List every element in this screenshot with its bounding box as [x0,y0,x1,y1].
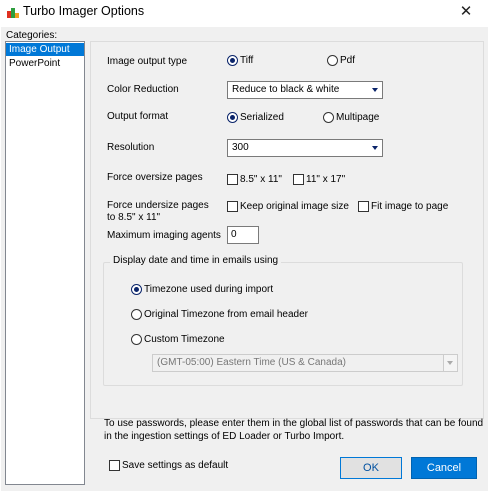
timezone-original-radio[interactable]: Original Timezone from email header [131,309,308,320]
custom-timezone-value: (GMT-05:00) Eastern Time (US & Canada) [157,357,346,368]
title-bar: Turbo Imager Options ✕ [0,0,489,27]
checkbox-icon [109,460,120,471]
category-item-image-output[interactable]: Image Output [6,43,84,56]
window-title: Turbo Imager Options [23,4,145,18]
checkbox-icon [227,201,238,212]
color-reduction-label: Color Reduction [107,84,179,95]
custom-timezone-select[interactable]: (GMT-05:00) Eastern Time (US & Canada) [152,354,458,372]
radio-icon [323,112,334,123]
keep-original-size-checkbox[interactable]: Keep original image size [227,201,349,212]
options-panel: Image output type Tiff Pdf Color Reducti… [90,41,484,419]
date-time-group-title: Display date and time in emails using [110,255,282,266]
password-info-text: To use passwords, please enter them in t… [104,418,484,442]
force-undersize-label: Force undersize pages to 8.5" x 11" [107,200,209,223]
multipage-radio[interactable]: Multipage [323,112,379,123]
resolution-label: Resolution [107,142,155,153]
max-imaging-agents-input[interactable]: 0 [227,226,259,244]
fit-image-to-page-checkbox[interactable]: Fit image to page [358,201,448,212]
checkbox-icon [358,201,369,212]
timezone-import-radio[interactable]: Timezone used during import [131,284,273,295]
radio-icon [227,112,238,123]
oversize-11x17-checkbox[interactable]: 11" x 17" [293,174,345,185]
chevron-down-icon [372,146,378,150]
chevron-down-icon [372,88,378,92]
ok-button[interactable]: OK [340,457,402,479]
image-output-type-label: Image output type [107,56,188,67]
radio-icon [131,309,142,320]
force-oversize-label: Force oversize pages [107,172,203,183]
categories-list[interactable]: Image Output PowerPoint [5,41,85,485]
category-item-powerpoint[interactable]: PowerPoint [6,57,84,70]
serialized-radio[interactable]: Serialized [227,112,284,123]
tiff-radio[interactable]: Tiff [227,55,253,66]
cancel-button[interactable]: Cancel [411,457,477,479]
turbo-imager-app-icon [7,8,19,18]
resolution-select[interactable]: 300 [227,139,383,157]
checkbox-icon [293,174,304,185]
close-icon[interactable]: ✕ [449,1,483,23]
categories-label: Categories: [6,30,58,41]
oversize-8-5x11-checkbox[interactable]: 8.5" x 11" [227,174,282,185]
radio-icon [327,55,338,66]
dialog-body: Categories: Image Output PowerPoint Imag… [1,27,488,491]
resolution-value: 300 [232,142,249,153]
max-imaging-agents-label: Maximum imaging agents [107,230,221,241]
save-as-default-checkbox[interactable]: Save settings as default [109,460,228,471]
radio-icon [227,55,238,66]
chevron-down-icon [443,355,457,371]
color-reduction-select[interactable]: Reduce to black & white [227,81,383,99]
timezone-custom-radio[interactable]: Custom Timezone [131,334,225,345]
radio-icon [131,334,142,345]
checkbox-icon [227,174,238,185]
radio-icon [131,284,142,295]
pdf-radio[interactable]: Pdf [327,55,355,66]
output-format-label: Output format [107,111,169,122]
color-reduction-value: Reduce to black & white [232,84,340,95]
